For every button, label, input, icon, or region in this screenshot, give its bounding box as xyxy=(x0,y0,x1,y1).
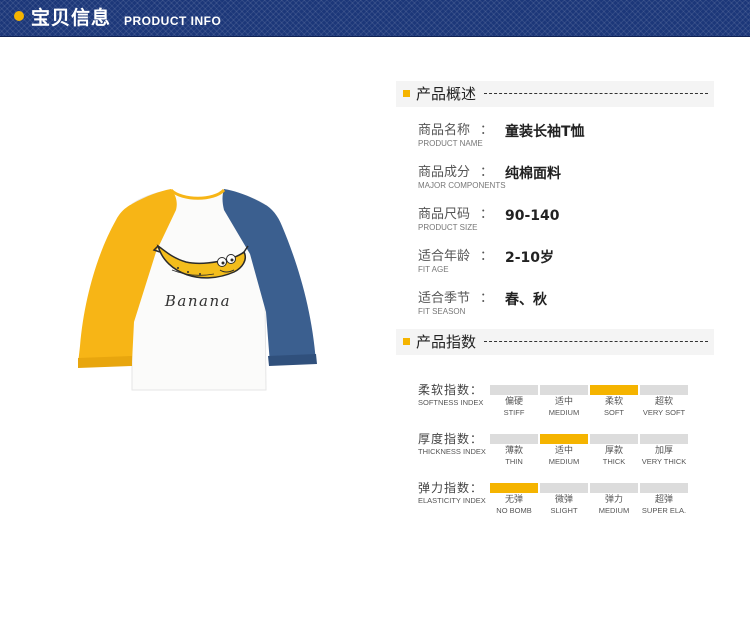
info-label-en: PRODUCT NAME xyxy=(418,139,483,148)
index-level: 薄款 THIN xyxy=(490,432,538,474)
info-label: 商品名称 xyxy=(418,123,471,138)
info-value: 春、秋 xyxy=(505,292,547,308)
index-label: 厚度指数： xyxy=(418,432,484,446)
index-level: 弹力 MEDIUM xyxy=(590,481,638,523)
product-shirt-image: Banana xyxy=(78,188,317,391)
info-label: 适合年龄 xyxy=(418,249,471,264)
info-label-en: PRODUCT SIZE xyxy=(418,223,478,232)
info-value: 纯棉面料 xyxy=(505,166,561,182)
index-level: 厚款 THICK xyxy=(590,432,638,474)
index-level-bar xyxy=(540,483,588,493)
info-value: 90-140 xyxy=(505,208,560,224)
info-label: 商品成分 xyxy=(418,165,471,180)
info-row-components: 商品成分 ： MAJOR COMPONENTS 纯棉面料 xyxy=(418,165,561,190)
info-row-product-name: 商品名称 ： PRODUCT NAME 童装长袖T恤 xyxy=(418,123,585,148)
index-level-bar xyxy=(590,434,638,444)
index-row-thickness: 厚度指数： THICKNESS INDEX 薄款 THIN 适中 MEDIUM 厚款… xyxy=(418,432,708,474)
index-level: 柔软 SOFT xyxy=(590,383,638,425)
overview-divider xyxy=(484,93,708,94)
header-title: 宝贝信息 xyxy=(31,7,112,29)
header-bar: 宝贝信息 PRODUCT INFO xyxy=(0,0,750,37)
header-bullet-icon xyxy=(14,11,24,21)
index-label: 柔软指数： xyxy=(418,383,484,397)
index-level: 超弹 SUPER ELA. xyxy=(640,481,688,523)
info-value: 童装长袖T恤 xyxy=(505,124,585,140)
info-label-en: FIT SEASON xyxy=(418,307,466,316)
index-levels: 薄款 THIN 适中 MEDIUM 厚款 THICK 加厚 VERY THICK xyxy=(490,432,690,474)
index-level-bar xyxy=(640,483,688,493)
indices-heading: 产品指数 xyxy=(396,329,714,355)
index-label-en: THICKNESS INDEX xyxy=(418,447,486,456)
index-level-bar xyxy=(590,483,638,493)
index-label-en: SOFTNESS INDEX xyxy=(418,398,484,407)
index-label: 弹力指数： xyxy=(418,481,484,495)
index-level-bar xyxy=(490,483,538,493)
index-row-elasticity: 弹力指数： ELASTICITY INDEX 无弹 NO BOMB 微弹 SLIGH… xyxy=(418,481,708,523)
overview-bullet-icon xyxy=(403,90,410,97)
index-level-bar xyxy=(490,434,538,444)
info-label-en: FIT AGE xyxy=(418,265,449,274)
index-row-softness: 柔软指数： SOFTNESS INDEX 偏硬 STIFF 适中 MEDIUM 柔软… xyxy=(418,383,708,425)
index-level: 适中 MEDIUM xyxy=(540,383,588,425)
shirt-print-text: Banana xyxy=(164,292,231,310)
info-row-fit-age: 适合年龄 ： FIT AGE 2-10岁 xyxy=(418,249,555,274)
indices-title: 产品指数 xyxy=(416,333,477,351)
info-value: 2-10岁 xyxy=(505,250,555,266)
index-levels: 无弹 NO BOMB 微弹 SLIGHT 弹力 MEDIUM 超弹 SUPER ELA. xyxy=(490,481,690,523)
index-level-bar xyxy=(490,385,538,395)
index-level: 偏硬 STIFF xyxy=(490,383,538,425)
info-row-size: 商品尺码 ： PRODUCT SIZE 90-140 xyxy=(418,207,560,232)
index-levels: 偏硬 STIFF 适中 MEDIUM 柔软 SOFT 超软 VERY SOFT xyxy=(490,383,690,425)
index-level-bar xyxy=(590,385,638,395)
info-label: 适合季节 xyxy=(418,291,471,306)
index-level-bar xyxy=(640,385,688,395)
info-label-en: MAJOR COMPONENTS xyxy=(418,181,506,190)
info-label: 商品尺码 xyxy=(418,207,471,222)
overview-title: 产品概述 xyxy=(416,85,477,103)
index-level-bar xyxy=(540,385,588,395)
header-subtitle: PRODUCT INFO xyxy=(124,14,222,28)
index-level-bar xyxy=(640,434,688,444)
index-level: 超软 VERY SOFT xyxy=(640,383,688,425)
index-level-bar xyxy=(540,434,588,444)
indices-bullet-icon xyxy=(403,338,410,345)
index-level: 加厚 VERY THICK xyxy=(640,432,688,474)
index-level: 适中 MEDIUM xyxy=(540,432,588,474)
index-level: 无弹 NO BOMB xyxy=(490,481,538,523)
indices-divider xyxy=(484,341,708,342)
index-label-en: ELASTICITY INDEX xyxy=(418,496,486,505)
index-level: 微弹 SLIGHT xyxy=(540,481,588,523)
overview-heading: 产品概述 xyxy=(396,81,714,107)
info-row-fit-season: 适合季节 ： FIT SEASON 春、秋 xyxy=(418,291,547,316)
